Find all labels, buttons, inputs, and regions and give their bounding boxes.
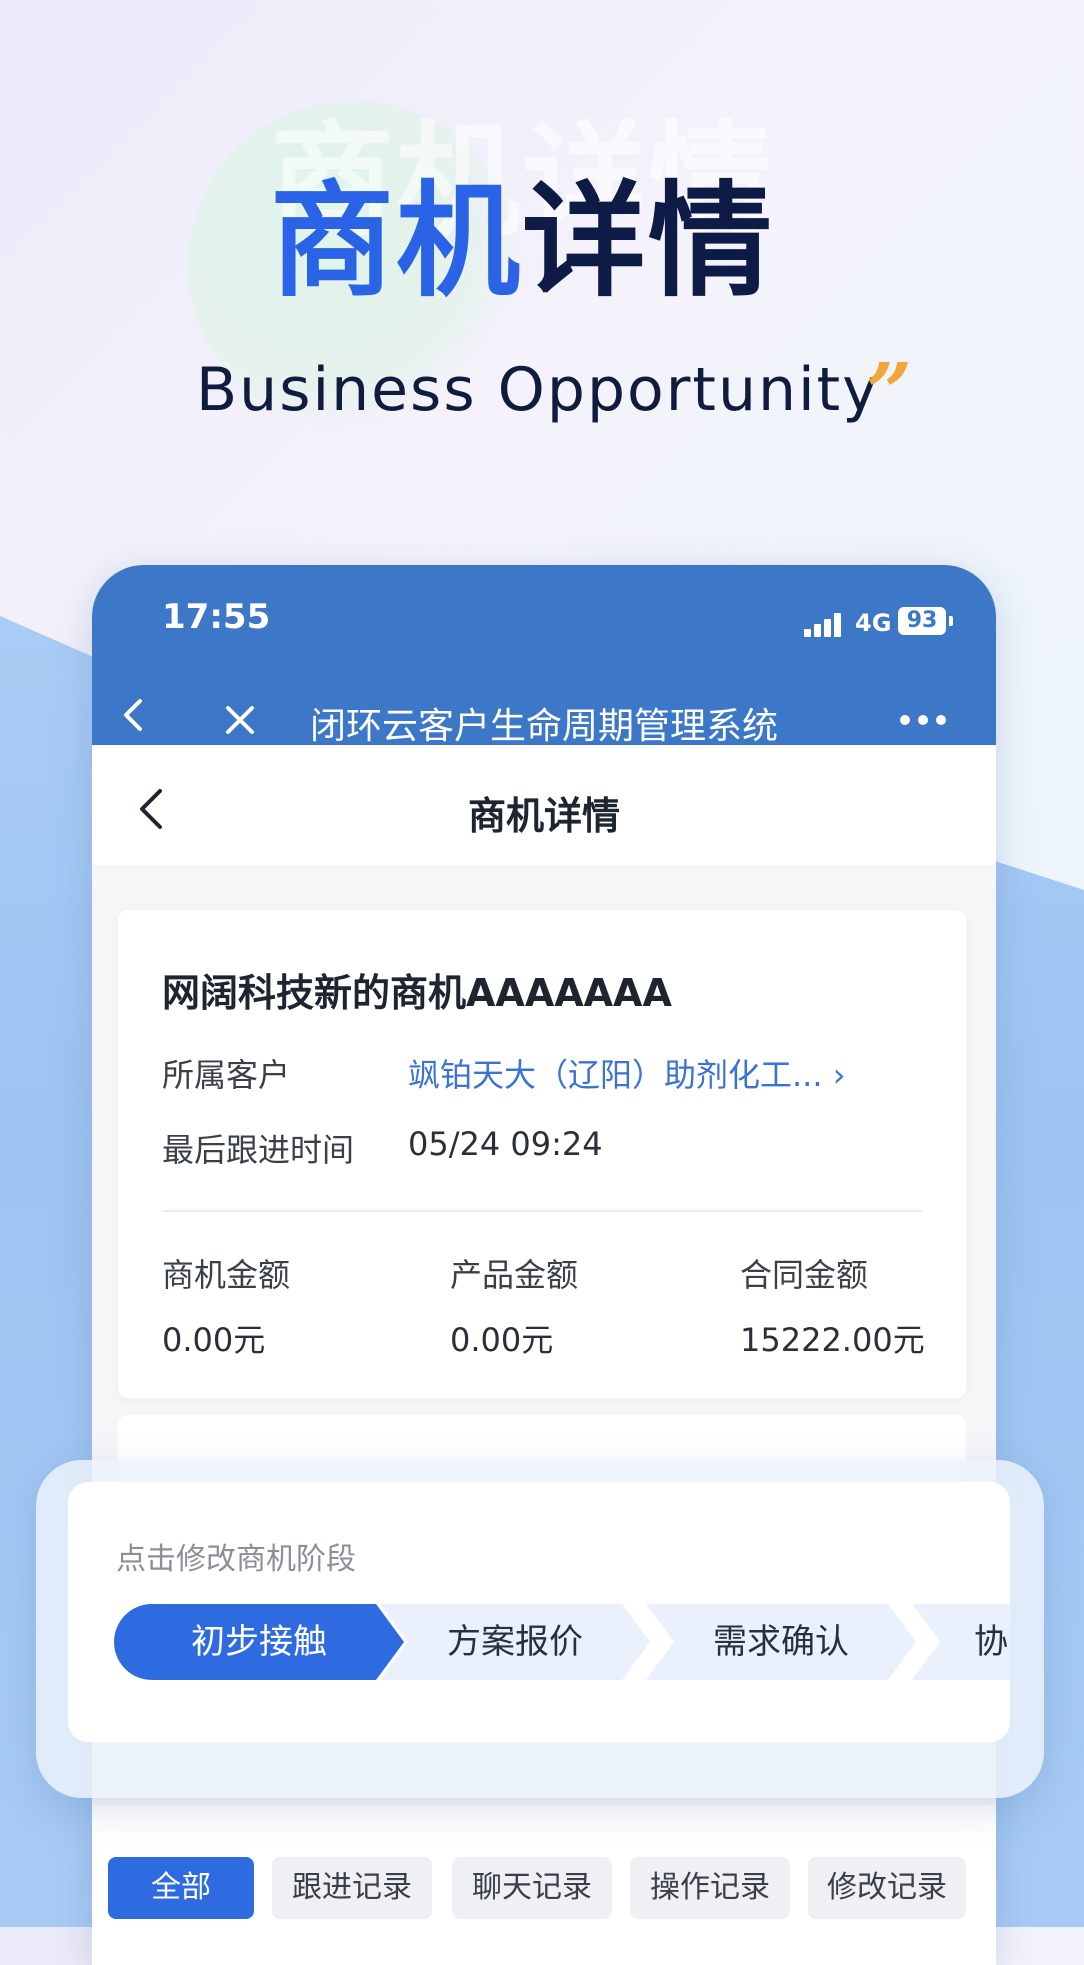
- stage-step-requirement-confirm[interactable]: 需求确认: [646, 1604, 916, 1680]
- hero-title: 商机详情: [270, 180, 774, 304]
- signal-icon: [804, 613, 846, 637]
- tab-follow-records[interactable]: 跟进记录: [272, 1857, 432, 1919]
- nav-back-icon[interactable]: [114, 695, 154, 735]
- nav-close-icon[interactable]: [220, 700, 260, 740]
- last-follow-value: 05/24 09:24: [408, 1125, 603, 1163]
- tab-operation-records[interactable]: 操作记录: [630, 1857, 790, 1919]
- hero-title-part1: 商机: [270, 170, 523, 314]
- stage-step-next[interactable]: 协: [912, 1604, 1010, 1680]
- tab-chat-records[interactable]: 聊天记录: [452, 1857, 612, 1919]
- page-title: 商机详情: [467, 794, 620, 838]
- hero-title-part2: 详情: [522, 170, 775, 314]
- product-amount-label: 产品金额: [450, 1256, 579, 1294]
- status-bar: 17:55 4G 93 闭环云客户生命周期管理系统: [92, 565, 996, 747]
- stage-track: 初步接触 方案报价 需求确认 协: [114, 1604, 1010, 1680]
- tab-edit-records[interactable]: 修改记录: [808, 1857, 966, 1919]
- stage-card: 点击修改商机阶段 初步接触 方案报价 需求确认 协: [68, 1482, 1010, 1742]
- contract-amount-value: 15222.00元: [740, 1321, 925, 1359]
- nav-title: 闭环云客户生命周期管理系统: [310, 706, 779, 747]
- record-tabs: 全部 跟进记录 聊天记录 操作记录 修改记录: [92, 1805, 996, 1965]
- more-icon[interactable]: [900, 715, 948, 727]
- opportunity-amount-label: 商机金额: [162, 1256, 291, 1294]
- page-header: 商机详情: [92, 745, 996, 865]
- tab-all[interactable]: 全部: [108, 1857, 254, 1919]
- battery-tip: [949, 616, 953, 626]
- stage-step-label: 协: [974, 1622, 1008, 1662]
- status-time: 17:55: [162, 597, 271, 637]
- opportunity-name: 网阔科技新的商机AAAAAAA: [162, 971, 672, 1015]
- customer-label: 所属客户: [162, 1056, 291, 1094]
- stage-step-quotation[interactable]: 方案报价: [380, 1604, 650, 1680]
- contract-amount-label: 合同金额: [740, 1256, 869, 1294]
- opportunity-amount-value: 0.00元: [162, 1321, 266, 1359]
- network-type: 4G: [855, 609, 892, 637]
- last-follow-label: 最后跟进时间: [162, 1131, 355, 1169]
- opportunity-card: 网阔科技新的商机AAAAAAA 所属客户 飒铂天大（辽阳）助剂化工... › 最…: [118, 910, 966, 1398]
- quote-mark-icon: ”: [866, 345, 913, 439]
- card-divider: [162, 1210, 922, 1212]
- hero-subtitle: Business Opportunity: [196, 355, 880, 425]
- stage-step-initial-contact[interactable]: 初步接触: [114, 1604, 404, 1680]
- stage-step-label: 方案报价: [447, 1622, 583, 1662]
- battery-icon: 93: [898, 607, 946, 635]
- stage-hint: 点击修改商机阶段: [116, 1542, 356, 1577]
- product-amount-value: 0.00元: [450, 1321, 554, 1359]
- customer-link[interactable]: 飒铂天大（辽阳）助剂化工... ›: [408, 1050, 846, 1096]
- stage-step-label: 初步接触: [191, 1622, 327, 1662]
- stage-step-label: 需求确认: [713, 1622, 849, 1662]
- stage-panel: 点击修改商机阶段 初步接触 方案报价 需求确认 协: [36, 1460, 1044, 1798]
